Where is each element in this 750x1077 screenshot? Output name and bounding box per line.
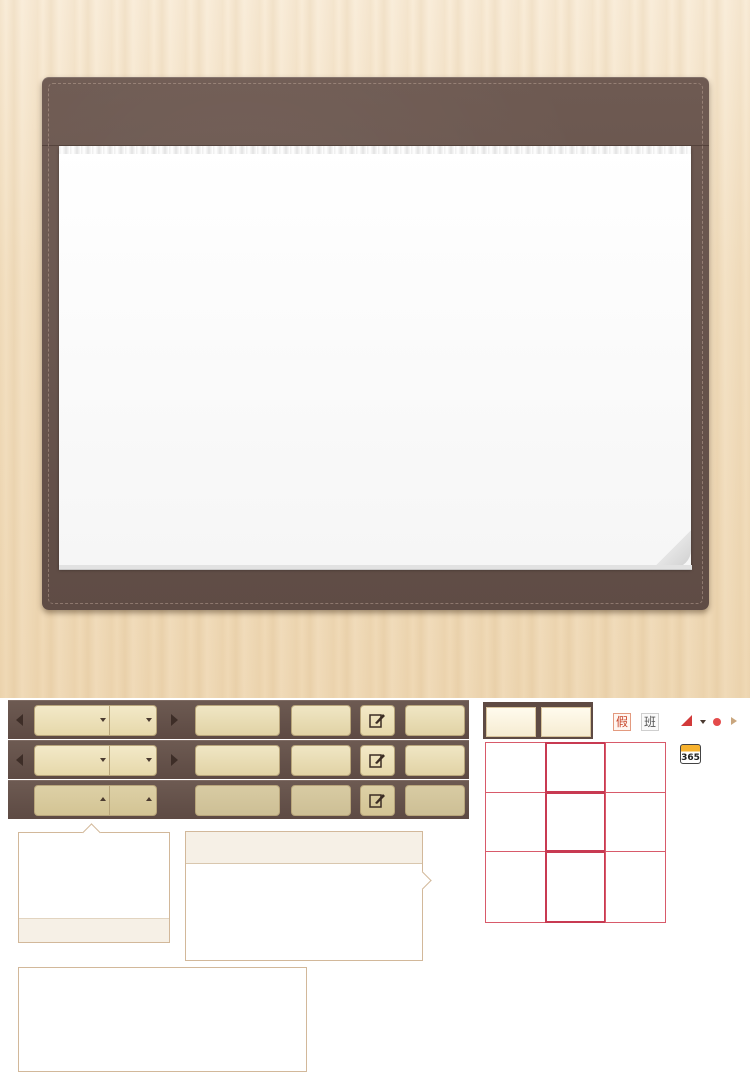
- return-button[interactable]: [405, 705, 465, 736]
- day-cell[interactable]: [605, 851, 666, 923]
- select-divider: [109, 706, 110, 735]
- toolbar-row-1: [8, 700, 469, 739]
- edit-note-icon: [369, 794, 385, 808]
- popup-pointer: [82, 823, 101, 842]
- select-divider: [109, 786, 110, 815]
- day-cell[interactable]: [485, 851, 546, 923]
- popup-pointer: [413, 871, 432, 890]
- today-button-hover[interactable]: [291, 745, 351, 776]
- note-popup: [18, 967, 307, 1072]
- left-arrow-icon[interactable]: [16, 714, 23, 726]
- chevron-down-icon[interactable]: [700, 720, 706, 724]
- day-cell-selected[interactable]: [545, 851, 606, 923]
- left-arrow-icon[interactable]: [16, 754, 23, 766]
- chevron-up-icon[interactable]: [100, 797, 106, 801]
- day-cell[interactable]: [485, 792, 546, 852]
- dropdown-popup: [18, 823, 170, 943]
- page-curl: [653, 530, 691, 568]
- chevron-down-icon[interactable]: [100, 758, 106, 762]
- desk-calendar: [42, 77, 709, 610]
- day-cell[interactable]: [485, 742, 546, 793]
- year-month-select-pressed[interactable]: [34, 785, 157, 816]
- holiday-select-button-pressed[interactable]: [195, 785, 280, 816]
- chevron-down-icon[interactable]: [100, 718, 106, 722]
- right-arrow-icon[interactable]: [171, 714, 178, 726]
- tab-month[interactable]: [486, 707, 536, 737]
- chevron-down-icon[interactable]: [146, 718, 152, 722]
- edit-button-pressed[interactable]: [360, 785, 395, 816]
- day-cell[interactable]: [605, 792, 666, 852]
- event-dot-icon: [713, 718, 721, 726]
- detail-popup: [185, 831, 432, 961]
- calendar-page: [59, 146, 691, 568]
- corner-flag-icon: [681, 715, 692, 726]
- tab-week[interactable]: [541, 707, 591, 737]
- toolbar-row-3: [8, 780, 469, 819]
- holiday-select-button-hover[interactable]: [195, 745, 280, 776]
- holiday-badge: 假: [613, 713, 631, 731]
- torn-paper-edge: [59, 146, 691, 154]
- day-cell-selected[interactable]: [545, 742, 606, 793]
- select-divider: [109, 746, 110, 775]
- page-stack-edge: [59, 565, 692, 570]
- toolbar-row-2: [8, 740, 469, 779]
- edit-button-hover[interactable]: [360, 745, 395, 776]
- edit-note-icon: [369, 714, 385, 728]
- detail-popup-header: [186, 832, 422, 864]
- view-tabs: [483, 702, 593, 739]
- year-month-select[interactable]: [34, 705, 157, 736]
- chevron-down-icon[interactable]: [146, 758, 152, 762]
- return-button-pressed[interactable]: [405, 785, 465, 816]
- app-365-icon: 365: [680, 744, 701, 764]
- return-button-hover[interactable]: [405, 745, 465, 776]
- today-button[interactable]: [291, 705, 351, 736]
- popup-footer: [19, 918, 169, 942]
- chevron-up-icon[interactable]: [146, 797, 152, 801]
- day-cell[interactable]: [605, 742, 666, 793]
- day-cell-selected[interactable]: [545, 792, 606, 852]
- year-month-select-hover[interactable]: [34, 745, 157, 776]
- edit-button[interactable]: [360, 705, 395, 736]
- right-arrow-icon[interactable]: [171, 754, 178, 766]
- holiday-select-button[interactable]: [195, 705, 280, 736]
- day-cell-grid: [485, 742, 667, 924]
- edit-note-icon: [369, 754, 385, 768]
- today-button-pressed[interactable]: [291, 785, 351, 816]
- play-arrow-icon[interactable]: [731, 717, 737, 725]
- workday-badge: 班: [641, 713, 659, 731]
